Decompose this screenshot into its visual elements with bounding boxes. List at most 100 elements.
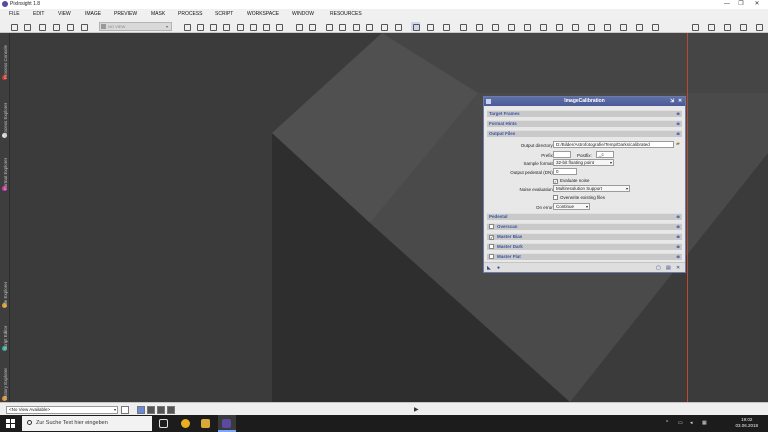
stf-auto-icon[interactable] xyxy=(425,22,434,31)
section-target-frames[interactable]: Target Frames ≑ xyxy=(487,110,682,117)
menu-file[interactable]: FILE xyxy=(9,11,20,17)
keyboard-icon[interactable]: ▦ xyxy=(702,420,707,426)
section-overscan[interactable]: Overscan ≑ xyxy=(487,223,682,230)
master-bias-checkbox[interactable]: ✓ xyxy=(489,235,494,240)
readout-icon[interactable] xyxy=(538,22,547,31)
tab-file-explorer[interactable]: File Explorer xyxy=(0,265,10,308)
output-pedestal-field[interactable]: 0 xyxy=(553,168,577,175)
save-icon[interactable] xyxy=(65,22,74,31)
preview-edit-icon[interactable] xyxy=(506,22,515,31)
task-view-icon[interactable] xyxy=(159,419,168,428)
expand-icon[interactable]: ≑ xyxy=(676,234,680,240)
network-icon[interactable]: ▭ xyxy=(678,420,683,426)
taskbar-clock[interactable]: 19:02 03.06.2018 xyxy=(735,417,758,429)
prefix-field[interactable] xyxy=(553,151,571,158)
section-pedestal[interactable]: Pedestal ≑ xyxy=(487,213,682,220)
section-output-files[interactable]: Output Files ≑ xyxy=(487,130,682,137)
view-list-select[interactable]: <No View Available> ▾ xyxy=(6,406,118,414)
expand-icon[interactable]: ≑ xyxy=(676,111,680,117)
overwrite-checkbox[interactable]: Overwrite existing files xyxy=(553,195,605,200)
preview-delete-icon[interactable] xyxy=(522,22,531,31)
close-button[interactable]: ✕ xyxy=(750,0,764,9)
collapse-icon[interactable]: ≑ xyxy=(676,131,680,137)
menu-view[interactable]: VIEW xyxy=(58,11,71,17)
zoom-fit-icon[interactable] xyxy=(195,22,204,31)
open-icon[interactable] xyxy=(51,22,60,31)
real-time-icon[interactable]: ▤ xyxy=(666,265,671,271)
view-option-icon[interactable] xyxy=(121,406,129,414)
mask-invert-icon[interactable] xyxy=(474,22,483,31)
section-master-dark[interactable]: Master Dark ≑ xyxy=(487,243,682,250)
pointer-icon[interactable] xyxy=(274,22,283,31)
process-icon-c[interactable] xyxy=(650,22,659,31)
move-icon[interactable] xyxy=(235,22,244,31)
monitor-icon[interactable] xyxy=(690,22,699,31)
display-mode-3-icon[interactable] xyxy=(157,406,165,414)
maximize-button[interactable]: ❐ xyxy=(734,0,748,9)
panel-close-icon[interactable]: ✕ xyxy=(678,97,682,106)
zoom-out-icon[interactable] xyxy=(307,22,316,31)
pan-icon[interactable] xyxy=(221,22,230,31)
overscan-checkbox[interactable] xyxy=(489,224,494,229)
evaluate-noise-checkbox[interactable]: ✓ Evaluate noise xyxy=(553,178,590,184)
sample-format-select[interactable]: 32-bit floating point ▾ xyxy=(553,159,614,166)
redo-icon[interactable] xyxy=(22,22,31,31)
save-as-icon[interactable] xyxy=(79,22,88,31)
histogram-icon[interactable] xyxy=(554,22,563,31)
chrome-icon[interactable] xyxy=(181,419,190,428)
taskbar-search[interactable]: Zur Suche Text hier eingeben xyxy=(22,416,152,431)
zoom-fit-window-icon[interactable] xyxy=(337,22,346,31)
menu-window[interactable]: WINDOW xyxy=(292,11,314,17)
section-master-bias[interactable]: ✓ Master Bias ≑ xyxy=(487,233,682,240)
menu-mask[interactable]: MASK xyxy=(151,11,165,17)
windows-start-icon[interactable] xyxy=(6,419,15,428)
on-error-select[interactable]: Continue ▾ xyxy=(553,203,590,210)
zoom-icon[interactable] xyxy=(351,22,360,31)
red-channel-icon[interactable] xyxy=(393,22,402,31)
browse-docs-icon[interactable]: ▢ xyxy=(656,265,661,271)
fit-view-icon[interactable] xyxy=(208,22,217,31)
noise-evaluation-select[interactable]: Multiresolution Support ▾ xyxy=(553,185,630,192)
tray-arrow-icon[interactable]: ^ xyxy=(666,420,668,426)
expand-icon[interactable]: ≑ xyxy=(676,244,680,250)
rgb-channel-icon[interactable] xyxy=(379,22,388,31)
expand-icon[interactable]: ≑ xyxy=(676,254,680,260)
mask-enable-icon[interactable] xyxy=(458,22,467,31)
file-explorer-app-icon[interactable] xyxy=(201,419,210,428)
undo-icon[interactable] xyxy=(9,22,18,31)
volume-icon[interactable]: ◂ xyxy=(690,420,693,426)
workspace-3-icon[interactable] xyxy=(738,22,747,31)
master-flat-checkbox[interactable] xyxy=(489,254,494,259)
curves-icon[interactable] xyxy=(570,22,579,31)
hand-icon[interactable] xyxy=(248,22,257,31)
menu-resources[interactable]: RESOURCES xyxy=(330,11,362,17)
process-icon-a[interactable] xyxy=(618,22,627,31)
reset-icon[interactable]: ✕ xyxy=(676,265,680,271)
panel-titlebar[interactable]: ImageCalibration ⇲ ✕ xyxy=(484,97,685,106)
zoom-1-1-icon[interactable] xyxy=(324,22,333,31)
menu-preview[interactable]: PREVIEW xyxy=(114,11,137,17)
process-icon-b[interactable] xyxy=(634,22,643,31)
folder-icon[interactable]: ▰ xyxy=(676,141,680,147)
section-master-flat[interactable]: Master Flat ≑ xyxy=(487,253,682,260)
master-dark-checkbox[interactable] xyxy=(489,244,494,249)
menu-script[interactable]: SCRIPT xyxy=(215,11,233,17)
section-format-hints[interactable]: Format Hints ≑ xyxy=(487,120,682,127)
tab-history-explorer[interactable]: History Explorer xyxy=(0,356,10,401)
menu-image[interactable]: IMAGE xyxy=(85,11,101,17)
expand-icon[interactable]: ≑ xyxy=(676,121,680,127)
play-icon[interactable]: ▶ xyxy=(414,406,419,413)
zoom-out-2-icon[interactable] xyxy=(364,22,373,31)
expand-icon[interactable]: ≑ xyxy=(676,224,680,230)
mask-show-icon[interactable] xyxy=(441,22,450,31)
pixinsight-taskbar-button[interactable] xyxy=(218,415,236,432)
screen-stretch-icon[interactable] xyxy=(411,22,420,31)
display-mode-1-icon[interactable] xyxy=(137,406,145,414)
expand-icon[interactable]: ≑ xyxy=(676,214,680,220)
tab-process-console[interactable]: Process Console xyxy=(0,35,10,80)
tab-format-explorer[interactable]: Format Explorer xyxy=(0,143,10,191)
crosshair-icon[interactable] xyxy=(182,22,191,31)
apply-global-icon[interactable]: ● xyxy=(497,265,500,271)
menu-process[interactable]: PROCESS xyxy=(178,11,202,17)
new-image-icon[interactable] xyxy=(37,22,46,31)
